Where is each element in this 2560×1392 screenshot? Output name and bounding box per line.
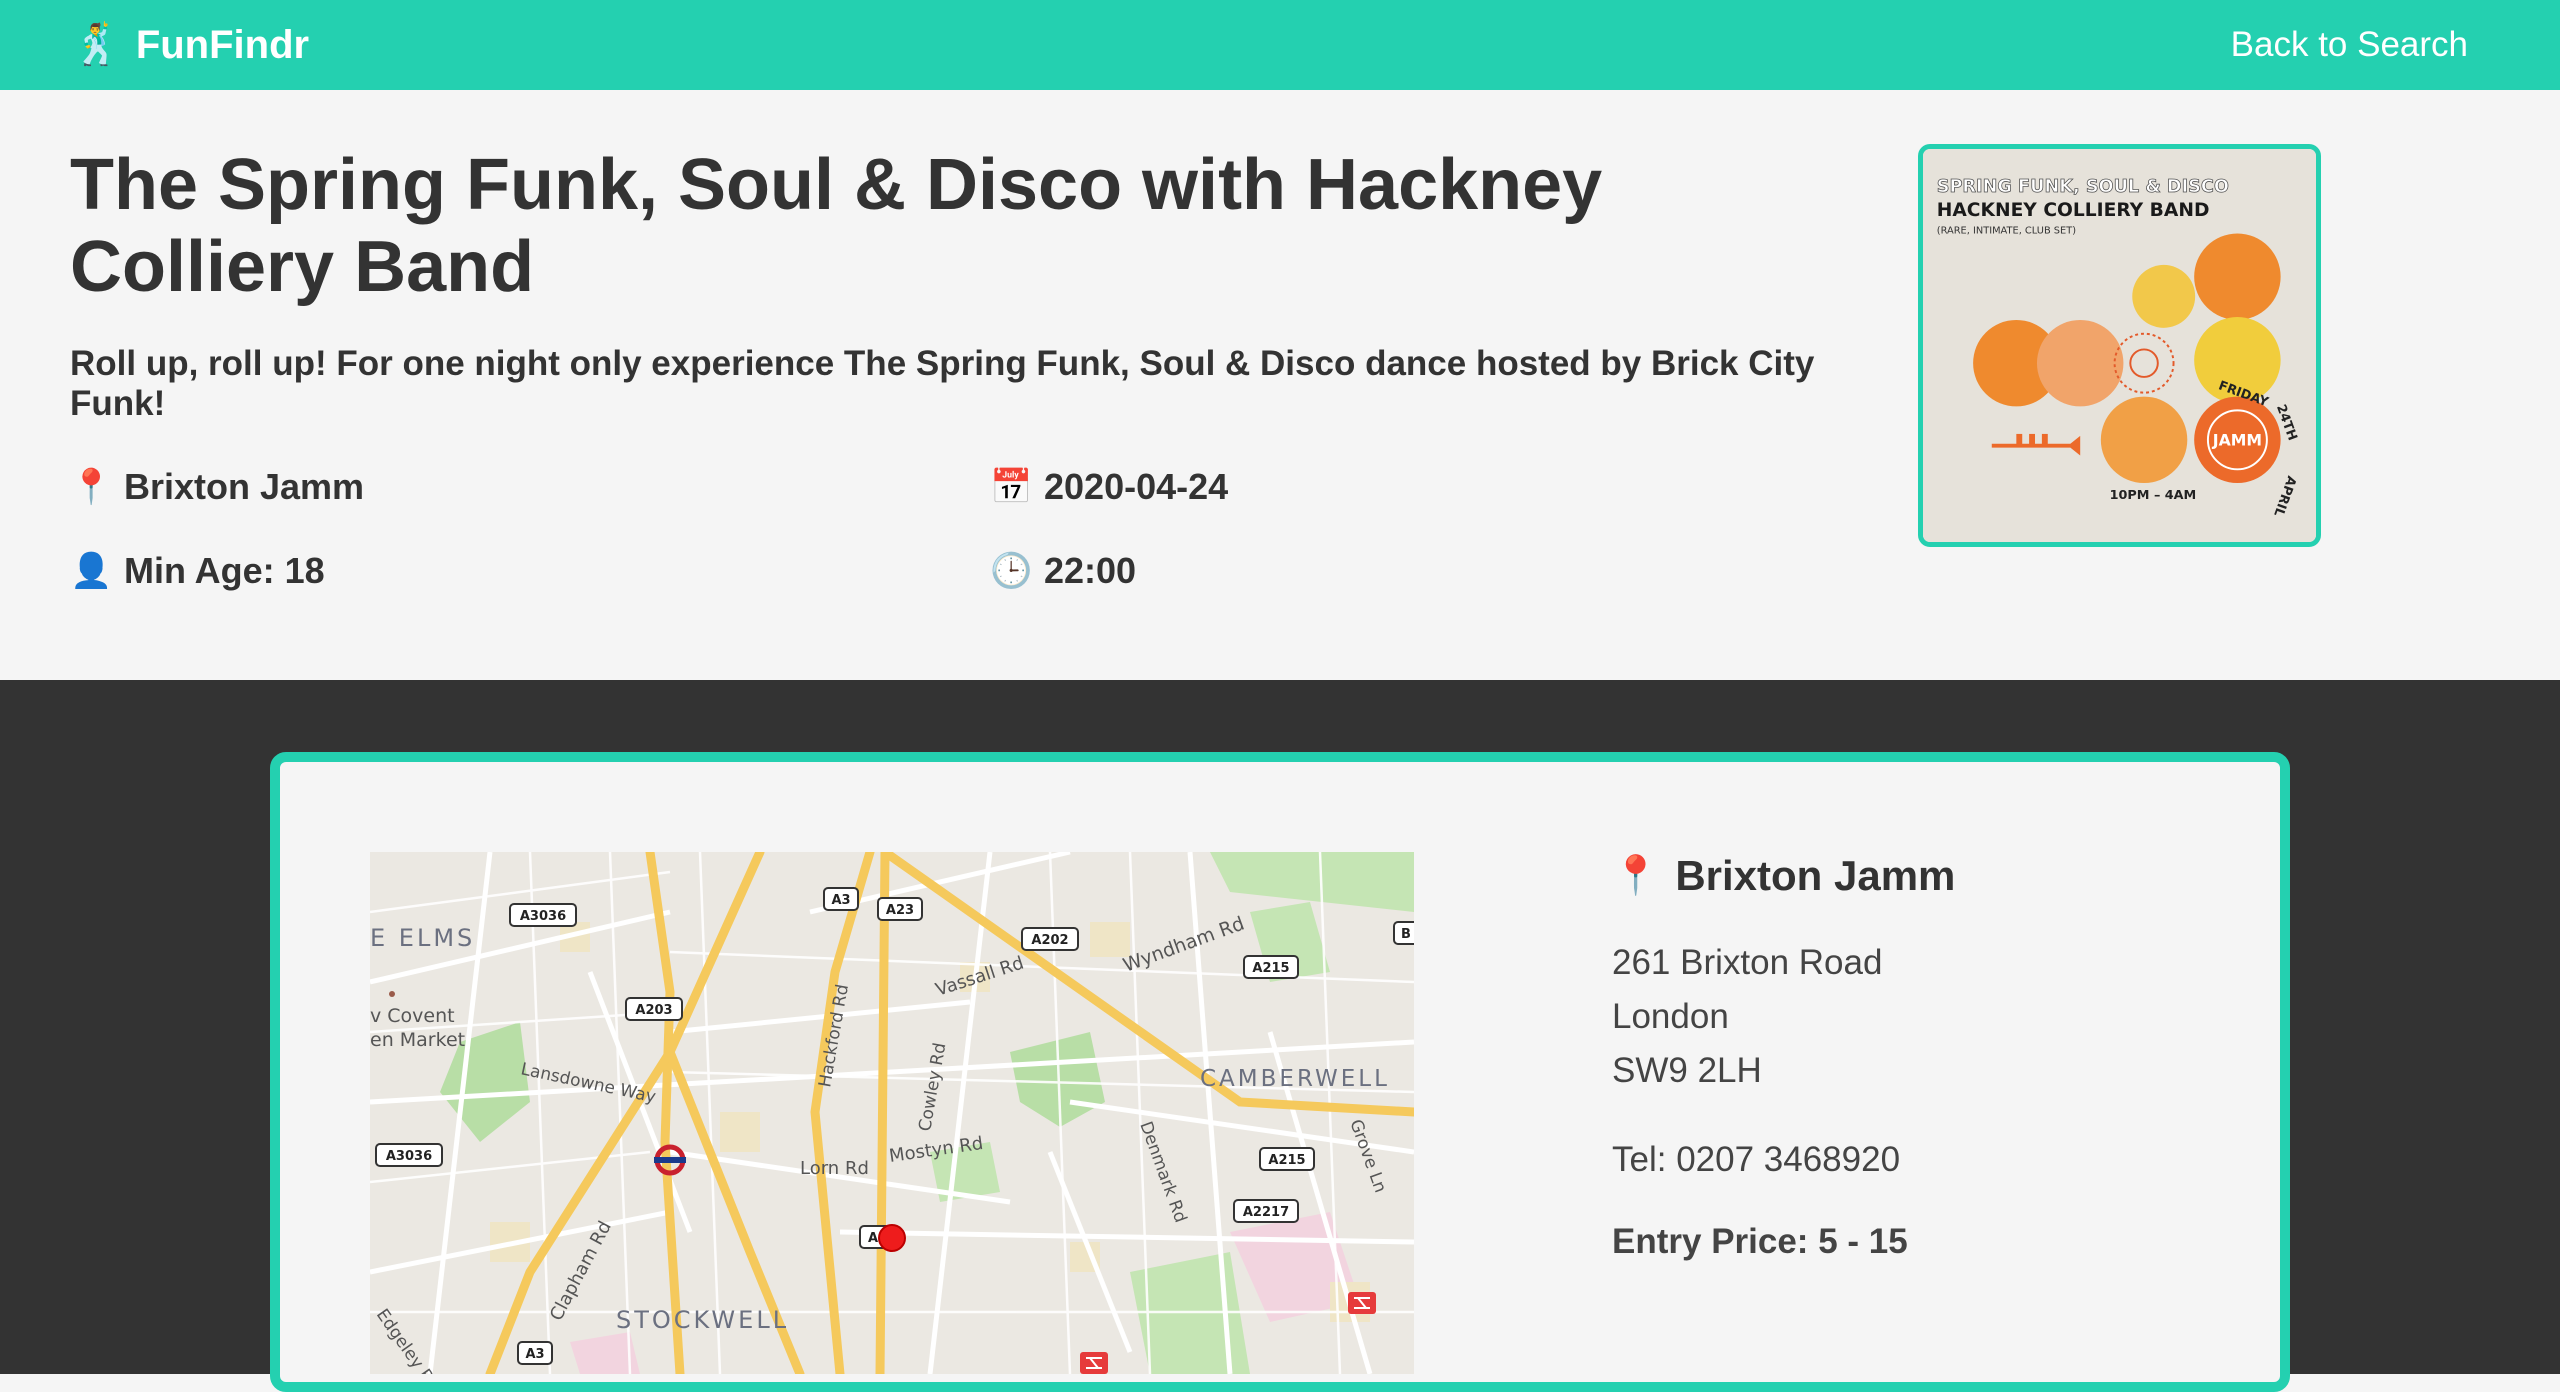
entry-price: Entry Price: 5 - 15 [1612,1222,1908,1261]
rail-station-icon-2 [1080,1352,1108,1374]
event-description: Roll up, roll up! For one night only exp… [70,344,1815,423]
shield-a215-mid: A215 [1268,1153,1305,1168]
poster-line3: (RARE, INTIMATE, CLUB SET) [1937,225,2076,236]
brand-name: FunFindr [135,22,310,67]
address-line-3: SW9 2LH [1612,1051,1762,1090]
map-label-lorn: Lorn Rd [800,1158,869,1179]
venue-name-row: 📍 Brixton Jamm [1612,852,2232,900]
venue-pin-icon: 📍 [1612,855,1660,897]
event-title: The Spring Funk, Soul & Disco with Hackn… [70,145,1603,307]
shield-b: B [1401,927,1411,942]
poster-line2: HACKNEY COLLIERY BAND [1937,200,2210,221]
event-date-text: 2020-04-24 [1044,466,1229,507]
map-label-covent-2: en Market [370,1029,465,1051]
back-to-search-link[interactable]: Back to Search [2231,25,2468,65]
event-min-age: 👤 Min Age: 18 [70,550,325,592]
location-pin-icon: 📍 [70,468,113,506]
venue-map[interactable]: A3036 A3 A23 A202 A215 B A203 A3036 A215… [370,852,1414,1374]
shield-a3036-left: A3036 [386,1149,432,1164]
poster-hours: 10PM – 4AM [2110,488,2197,503]
map-label-covent-1: v Covent [370,1005,455,1027]
shield-a202: A202 [1031,933,1068,948]
event-location: 📍 Brixton Jamm [70,466,364,508]
shield-a215-top: A215 [1252,961,1289,976]
venue-map-marker[interactable] [878,1224,906,1252]
shield-a23: A23 [886,903,914,918]
venue-telephone: Tel: 0207 3468920 [1612,1140,1901,1179]
poster-venue: JAMM [2212,431,2262,450]
event-location-text: Brixton Jamm [124,466,365,507]
event-date: 📅 2020-04-24 [990,466,1228,508]
map-label-camberwell: CAMBERWELL [1200,1066,1390,1092]
map-canvas: A3036 A3 A23 A202 A215 B A203 A3036 A215… [370,852,1414,1374]
shield-a3036-top: A3036 [520,909,566,924]
clock-icon: 🕒 [990,552,1033,590]
person-icon: 👤 [70,552,113,590]
event-time: 🕒 22:00 [990,550,1136,592]
venue-address: 261 Brixton Road London SW9 2LH [1612,936,2232,1098]
address-line-1: 261 Brixton Road [1612,943,1883,982]
map-label-stockwell: STOCKWELL [616,1306,789,1334]
shield-a203: A203 [635,1003,672,1018]
dancer-icon: 🕺 [72,23,122,67]
venue-details: 📍 Brixton Jamm 261 Brixton Road London S… [1612,852,2232,1262]
shield-a3: A3 [831,893,850,908]
poster-artwork: SPRING FUNK, SOUL & DISCO HACKNEY COLLIE… [1923,149,2316,542]
navbar: 🕺 FunFindr Back to Search [0,0,2560,90]
map-label-elms: E ELMS [370,924,475,952]
event-header: The Spring Funk, Soul & Disco with Hackn… [0,90,2560,680]
event-time-text: 22:00 [1044,550,1137,591]
event-poster: SPRING FUNK, SOUL & DISCO HACKNEY COLLIE… [1918,144,2321,547]
shield-a3-bottom: A3 [525,1347,544,1362]
brand-link[interactable]: 🕺 FunFindr [72,23,309,68]
venue-name: Brixton Jamm [1675,852,1956,899]
shield-a-marker: A [868,1231,878,1246]
address-line-2: London [1612,997,1729,1036]
calendar-icon: 📅 [990,468,1033,506]
rail-station-icon [1348,1292,1376,1314]
poster-line1: SPRING FUNK, SOUL & DISCO [1937,177,2229,197]
shield-a2217: A2217 [1243,1205,1289,1220]
event-min-age-text: Min Age: 18 [124,550,325,591]
